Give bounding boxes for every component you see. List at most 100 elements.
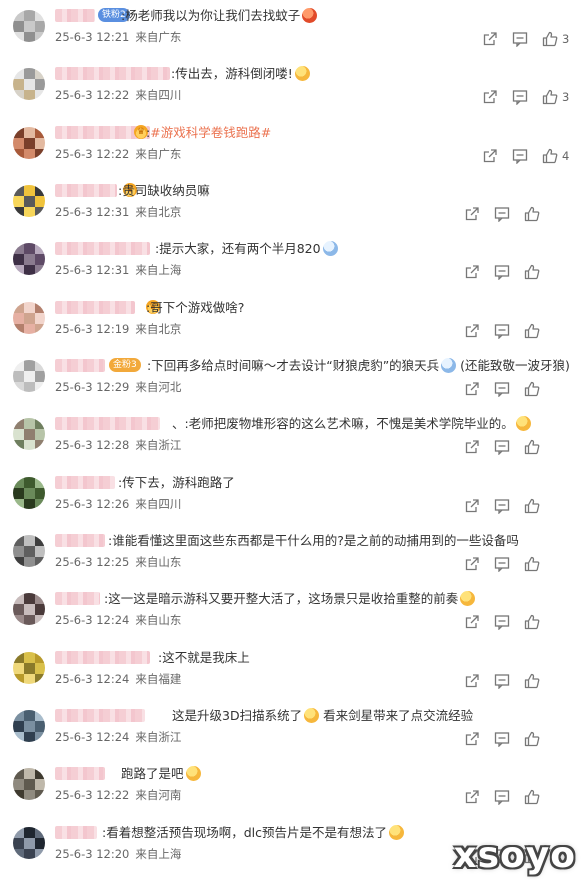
- like-icon[interactable]: [524, 323, 540, 339]
- username-blurred[interactable]: [55, 184, 117, 197]
- share-icon[interactable]: [464, 439, 480, 455]
- share-icon[interactable]: [464, 673, 480, 689]
- avatar[interactable]: [13, 710, 45, 742]
- avatar[interactable]: [13, 477, 45, 509]
- avatar[interactable]: [13, 10, 45, 42]
- comment-body: :这一这是暗示游科又要开整大活了，这场景只是收拾重整的前奏: [104, 591, 459, 606]
- reply-icon[interactable]: [494, 439, 510, 456]
- share-icon[interactable]: [464, 789, 480, 805]
- like-icon[interactable]: [524, 498, 540, 514]
- avatar[interactable]: [13, 68, 45, 100]
- share-icon[interactable]: [482, 31, 498, 47]
- like-icon[interactable]: [524, 556, 540, 572]
- comment-body: :谁能看懂这里面这些东西都是干什么用的?是之前的动捕用到的一些设备吗: [108, 533, 519, 548]
- avatar[interactable]: [13, 418, 45, 450]
- avatar[interactable]: [13, 243, 45, 275]
- username-blurred[interactable]: [55, 709, 145, 722]
- like-icon[interactable]: [524, 673, 540, 689]
- reply-icon[interactable]: [494, 381, 510, 398]
- username-blurred[interactable]: [55, 826, 97, 839]
- like-icon[interactable]: [542, 148, 558, 164]
- avatar[interactable]: [13, 185, 45, 217]
- comment-text-suffix: (还能致敬一波牙狼): [460, 358, 570, 373]
- like-icon[interactable]: [542, 89, 558, 105]
- username-blurred[interactable]: [55, 592, 100, 605]
- like-icon[interactable]: [524, 439, 540, 455]
- reply-icon[interactable]: [494, 614, 510, 631]
- share-icon[interactable]: [464, 556, 480, 572]
- avatar[interactable]: [13, 535, 45, 567]
- comment-text: 这是升级3D扫描系统了 看来剑星带来了点交流经验: [172, 707, 473, 725]
- like-icon[interactable]: [524, 206, 540, 222]
- share-icon[interactable]: [464, 323, 480, 339]
- comment-location: 来自河南: [135, 788, 182, 802]
- avatar[interactable]: [13, 768, 45, 800]
- username-blurred[interactable]: [55, 651, 150, 664]
- reply-icon[interactable]: [494, 789, 510, 806]
- emoji-icon: [294, 66, 310, 81]
- username-blurred[interactable]: [55, 242, 150, 255]
- reply-icon[interactable]: [494, 498, 510, 515]
- comment-text: :传出去，游科倒闭喽!: [171, 65, 310, 83]
- comment-meta: 25-6-3 12:24 来自山东: [55, 612, 187, 628]
- reply-icon[interactable]: [494, 206, 510, 223]
- like-icon[interactable]: [524, 381, 540, 397]
- username-blurred[interactable]: [55, 767, 105, 780]
- username-blurred[interactable]: [55, 359, 105, 372]
- hashtag-link[interactable]: #游戏科学卷钱跑路#: [150, 125, 271, 140]
- username-blurred[interactable]: [55, 476, 115, 489]
- like-icon[interactable]: [542, 31, 558, 47]
- comment-meta: 25-6-3 12:24 来自浙江: [55, 729, 187, 745]
- comment-item: ♛:贵司缺收纳员嘛 25-6-3 12:31 来自北京: [0, 175, 584, 233]
- comment-text: :这一这是暗示游科又要开整大活了，这场景只是收拾重整的前奏: [104, 590, 476, 608]
- comment-date: 25-6-3 12:21: [55, 30, 130, 44]
- avatar[interactable]: [13, 827, 45, 859]
- share-icon[interactable]: [482, 148, 498, 164]
- share-icon[interactable]: [464, 731, 480, 747]
- reply-icon[interactable]: [512, 148, 528, 165]
- share-icon[interactable]: [464, 614, 480, 630]
- reply-icon[interactable]: [494, 556, 510, 573]
- reply-icon[interactable]: [494, 323, 510, 340]
- share-icon[interactable]: [464, 264, 480, 280]
- username-blurred[interactable]: [55, 534, 105, 547]
- comment-actions: [464, 439, 556, 456]
- username-blurred[interactable]: [55, 417, 160, 430]
- username-blurred[interactable]: [55, 301, 135, 314]
- like-icon[interactable]: [524, 264, 540, 280]
- share-icon[interactable]: [464, 381, 480, 397]
- comment-actions: 3: [482, 31, 574, 48]
- reply-icon[interactable]: [512, 89, 528, 106]
- comment-location: 来自山东: [135, 613, 182, 627]
- avatar[interactable]: [13, 127, 45, 159]
- share-icon[interactable]: [464, 498, 480, 514]
- reply-icon[interactable]: [494, 673, 510, 690]
- username-blurred[interactable]: [55, 9, 95, 22]
- like-icon[interactable]: [524, 731, 540, 747]
- like-icon[interactable]: [524, 614, 540, 630]
- avatar[interactable]: [13, 652, 45, 684]
- comment-actions: [464, 206, 556, 223]
- comment-location: 来自广东: [135, 30, 182, 44]
- username-blurred[interactable]: [55, 67, 170, 80]
- share-icon[interactable]: [482, 89, 498, 105]
- like-icon[interactable]: [524, 789, 540, 805]
- reply-icon[interactable]: [494, 264, 510, 281]
- comment-location: 来自山东: [135, 555, 182, 569]
- comment-text: :这不就是我床上: [158, 649, 250, 667]
- comment-body: :下回再多给点时间嘛～才去设计“财狼虎豹”的狼天兵: [147, 358, 440, 373]
- comment-meta: 25-6-3 12:22 来自广东: [55, 146, 187, 162]
- comment-body: :贵司缺收纳员嘛: [118, 183, 210, 198]
- comment-text: 、:老师把废物堆形容的这么艺术嘛，不愧是美术学院毕业的。: [172, 415, 531, 433]
- avatar[interactable]: [13, 360, 45, 392]
- comment-date: 25-6-3 12:28: [55, 438, 130, 452]
- reply-icon[interactable]: [512, 31, 528, 48]
- avatar[interactable]: [13, 302, 45, 334]
- comment-body: :传出去，游科倒闭喽!: [171, 66, 293, 81]
- comment-meta: 25-6-3 12:24 来自福建: [55, 671, 187, 687]
- comment-item: ♛:#游戏科学卷钱跑路# 25-6-3 12:22 来自广东 4: [0, 117, 584, 175]
- comment-body: :看着想整活预告现场啊，dlc预告片是不是有想法了: [102, 825, 387, 840]
- avatar[interactable]: [13, 593, 45, 625]
- reply-icon[interactable]: [494, 731, 510, 748]
- share-icon[interactable]: [464, 206, 480, 222]
